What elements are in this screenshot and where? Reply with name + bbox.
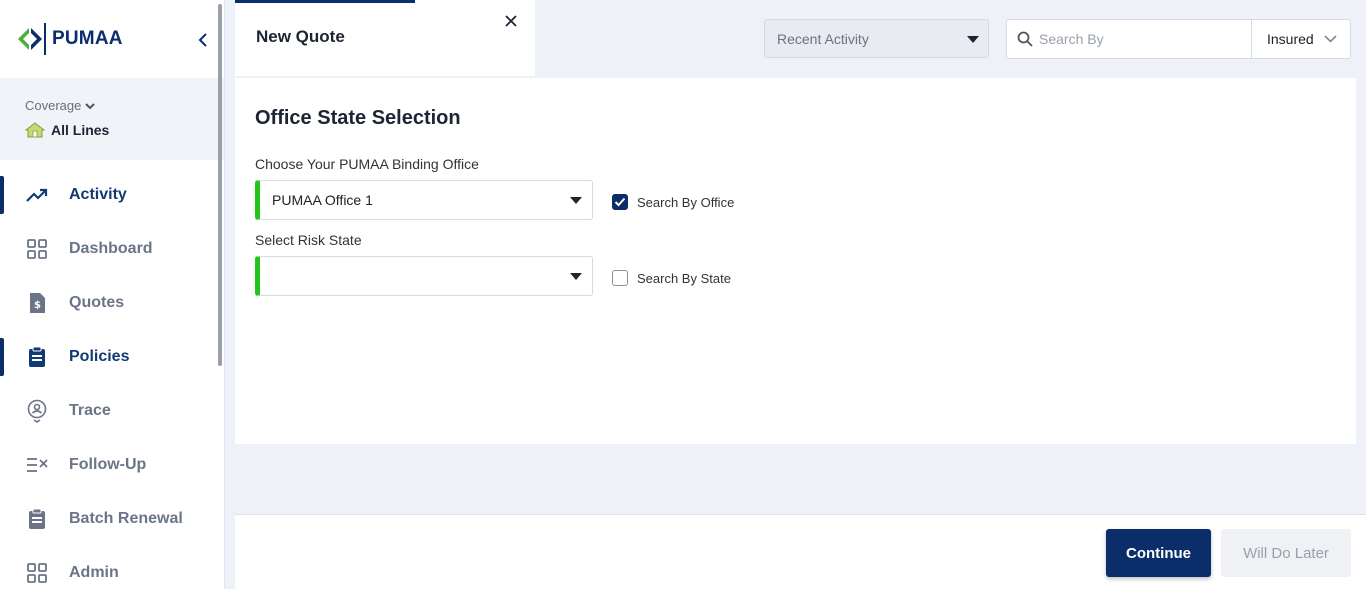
coverage-value-row: All Lines (25, 122, 224, 138)
binding-office-select[interactable]: PUMAA Office 1 (255, 180, 593, 220)
search-type-dropdown[interactable]: Insured (1251, 20, 1351, 58)
tab-active-indicator (235, 0, 415, 3)
binding-office-value: PUMAA Office 1 (272, 192, 373, 208)
risk-state-label: Select Risk State (255, 232, 362, 248)
search-box: Insured (1006, 19, 1351, 59)
search-icon (1017, 31, 1033, 47)
coverage-value: All Lines (51, 122, 110, 138)
house-icon (25, 122, 45, 138)
recent-activity-dropdown[interactable]: Recent Activity (764, 19, 989, 58)
sidebar-item-trace[interactable]: Trace (0, 384, 224, 438)
sidebar-item-label: Trace (69, 402, 111, 419)
search-by-state-toggle[interactable]: Search By State (612, 270, 731, 286)
search-by-state-label: Search By State (637, 270, 731, 286)
new-quote-tab[interactable]: New Quote (235, 0, 535, 76)
recent-activity-label: Recent Activity (777, 30, 869, 47)
sidebar: PUMAA Coverage All Lines Activity Dashbo… (0, 0, 225, 589)
will-do-later-button[interactable]: Will Do Later (1221, 529, 1351, 577)
caret-down-icon (570, 197, 582, 204)
sidebar-item-dashboard[interactable]: Dashboard (0, 222, 224, 276)
sidebar-item-batch-renewal[interactable]: Batch Renewal (0, 492, 224, 546)
sidebar-item-activity[interactable]: Activity (0, 168, 224, 222)
logo[interactable]: PUMAA (0, 0, 224, 78)
search-by-office-toggle[interactable]: Search By Office (612, 194, 734, 210)
sidebar-item-quotes[interactable]: $ Quotes (0, 276, 224, 330)
coverage-label-row[interactable]: Coverage (25, 98, 224, 113)
collapse-sidebar-icon[interactable] (196, 30, 210, 50)
sidebar-item-label: Batch Renewal (69, 510, 183, 527)
checkmark-icon (614, 197, 626, 207)
clipboard-icon (25, 507, 49, 531)
close-icon[interactable] (503, 13, 519, 29)
trending-up-icon (25, 183, 49, 207)
search-type-value: Insured (1267, 31, 1314, 47)
sidebar-item-label: Dashboard (69, 240, 153, 257)
clipboard-icon (25, 345, 49, 369)
coverage-label: Coverage (25, 98, 82, 113)
sidebar-item-label: Policies (69, 348, 130, 365)
list-check-icon (25, 453, 49, 477)
search-by-state-checkbox[interactable] (612, 270, 628, 286)
search-by-office-label: Search By Office (637, 194, 735, 210)
coverage-selector[interactable]: Coverage All Lines (0, 78, 224, 160)
footer-actions: Continue Will Do Later (235, 514, 1366, 589)
tab-title: New Quote (256, 27, 345, 46)
search-input[interactable] (1039, 31, 1239, 47)
chevron-down-icon (85, 102, 96, 109)
office-label: Choose Your PUMAA Binding Office (255, 156, 479, 172)
grid-icon (25, 237, 49, 261)
caret-down-icon (967, 36, 979, 43)
svg-text:$: $ (34, 300, 41, 311)
brand-name: PUMAA (52, 28, 123, 49)
sidebar-item-admin[interactable]: Admin (0, 546, 224, 589)
sidebar-item-label: Admin (69, 564, 119, 581)
office-state-selection-panel: Office State Selection Choose Your PUMAA… (235, 78, 1356, 444)
search-by-office-checkbox[interactable] (612, 194, 628, 210)
sidebar-item-label: Activity (69, 186, 127, 203)
grid-icon (25, 561, 49, 585)
dollar-document-icon: $ (25, 291, 49, 315)
location-person-icon (25, 399, 49, 423)
caret-down-icon (570, 273, 582, 280)
section-title: Office State Selection (255, 107, 461, 129)
risk-state-select[interactable] (255, 256, 593, 296)
sidebar-nav: Activity Dashboard $ Quotes Policies Tra… (0, 168, 224, 589)
sidebar-item-follow-up[interactable]: Follow-Up (0, 438, 224, 492)
sidebar-item-label: Quotes (69, 294, 125, 311)
sidebar-scrollbar[interactable] (218, 4, 222, 366)
sidebar-item-label: Follow-Up (69, 456, 147, 473)
chevron-down-icon (1324, 35, 1337, 43)
sidebar-item-policies[interactable]: Policies (0, 330, 224, 384)
pumaa-logo-icon (18, 23, 46, 55)
continue-button[interactable]: Continue (1106, 529, 1211, 577)
